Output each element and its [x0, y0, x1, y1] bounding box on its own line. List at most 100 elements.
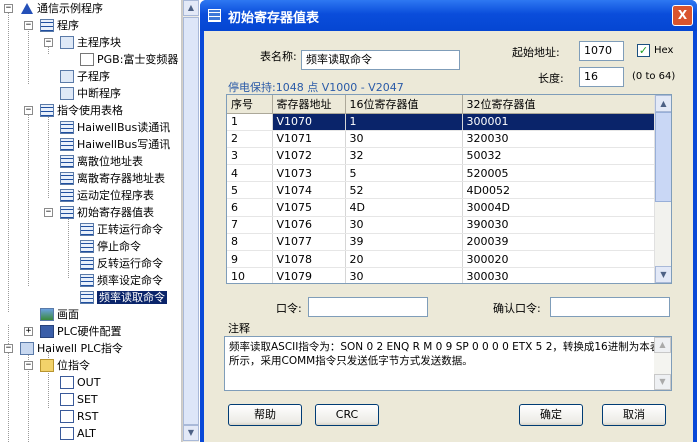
value-16bit[interactable]: 5 — [345, 164, 463, 183]
register-address[interactable]: V1070 — [272, 113, 346, 131]
table-row[interactable]: 4 V1073 5 520005 — [227, 164, 655, 183]
table-row[interactable]: 9 V1078 20 300020 — [227, 250, 655, 269]
row-index[interactable]: 10 — [227, 267, 273, 283]
tree-item-picture[interactable]: 画面 — [40, 306, 79, 323]
collapse-toggle[interactable]: − — [24, 21, 33, 30]
scroll-up-icon[interactable]: ▲ — [654, 337, 671, 353]
value-32bit[interactable]: 4D0052 — [462, 181, 655, 200]
hex-checkbox[interactable]: ✓ — [637, 44, 650, 57]
tree-scrollbar[interactable]: ▲ ▼ — [182, 0, 199, 442]
register-table[interactable]: 序号 寄存器地址 16位寄存器值 32位寄存器值 1 V1070 1 300001 2 V… — [226, 94, 672, 284]
note-scrollbar[interactable]: ▲ ▼ — [654, 337, 671, 390]
row-index[interactable]: 9 — [227, 250, 273, 269]
tree-item-bit-instructions[interactable]: 位指令 — [40, 357, 90, 374]
value-16bit[interactable]: 52 — [345, 181, 463, 200]
row-index[interactable]: 4 — [227, 164, 273, 183]
scroll-thumb[interactable] — [655, 112, 671, 202]
value-16bit[interactable]: 32 — [345, 147, 463, 166]
value-16bit[interactable]: 30 — [345, 267, 463, 283]
row-index[interactable]: 2 — [227, 130, 273, 148]
col-index[interactable]: 序号 — [227, 95, 273, 114]
register-address[interactable]: V1072 — [272, 147, 346, 166]
value-32bit[interactable]: 520005 — [462, 164, 655, 183]
collapse-toggle[interactable]: − — [44, 38, 53, 47]
tree-item-subprogram[interactable]: 子程序 — [60, 68, 110, 85]
table-row[interactable]: 2 V1071 30 320030 — [227, 130, 655, 148]
crc-button[interactable]: CRC — [315, 404, 379, 426]
tree-item-discrete-bit[interactable]: 离散位地址表 — [60, 153, 143, 170]
value-32bit[interactable]: 30004D — [462, 198, 655, 217]
ok-button[interactable]: 确定 — [519, 404, 583, 426]
help-button[interactable]: 帮助 — [228, 404, 302, 426]
row-index[interactable]: 1 — [227, 113, 273, 131]
password-input[interactable] — [308, 297, 428, 317]
value-32bit[interactable]: 390030 — [462, 216, 655, 234]
tree-root[interactable]: 通信示例程序 — [20, 0, 103, 17]
table-scrollbar[interactable]: ▲ ▼ — [654, 95, 671, 283]
value-32bit[interactable]: 300030 — [462, 267, 655, 283]
tree-item-init-register[interactable]: 初始寄存器值表 — [60, 204, 154, 221]
scroll-up-icon[interactable]: ▲ — [183, 0, 199, 16]
value-16bit[interactable]: 1 — [345, 113, 463, 131]
length-input[interactable]: 16 — [579, 67, 624, 87]
col-address[interactable]: 寄存器地址 — [272, 95, 346, 114]
table-row[interactable]: 10 V1079 30 300030 — [227, 267, 655, 283]
tree-item-freq-read-cmd[interactable]: 频率读取命令 — [80, 289, 167, 306]
tree-item-haiwellbus-write[interactable]: HaiwellBus写通讯 — [60, 136, 170, 153]
table-name-input[interactable]: 频率读取命令 — [301, 50, 460, 70]
tree-item-alt[interactable]: ALT — [60, 425, 96, 442]
row-index[interactable]: 5 — [227, 181, 273, 200]
confirm-password-input[interactable] — [550, 297, 670, 317]
project-tree[interactable]: − 通信示例程序 − 程序 − 主程序块 PGB:富士变频器 子程序 中断程序 … — [0, 0, 182, 442]
row-index[interactable]: 3 — [227, 147, 273, 166]
value-16bit[interactable]: 20 — [345, 250, 463, 269]
scroll-down-icon[interactable]: ▼ — [655, 266, 671, 283]
col-16bit[interactable]: 16位寄存器值 — [345, 95, 463, 114]
note-textarea[interactable]: 频率读取ASCII指令为：SON 0 2 ENQ R M 0 9 SP 0 0 … — [224, 336, 672, 391]
value-32bit[interactable]: 50032 — [462, 147, 655, 166]
register-address[interactable]: V1078 — [272, 250, 346, 269]
table-row[interactable]: 1 V1070 1 300001 — [227, 113, 655, 131]
collapse-toggle[interactable]: − — [44, 208, 53, 217]
value-32bit[interactable]: 300020 — [462, 250, 655, 269]
table-row[interactable]: 7 V1076 30 390030 — [227, 216, 655, 234]
collapse-toggle[interactable]: − — [24, 106, 33, 115]
register-address[interactable]: V1075 — [272, 198, 346, 217]
scroll-up-icon[interactable]: ▲ — [655, 95, 671, 112]
table-row[interactable]: 3 V1072 32 50032 — [227, 147, 655, 166]
col-32bit[interactable]: 32位寄存器值 — [462, 95, 655, 114]
tree-item-set[interactable]: SET — [60, 391, 98, 408]
tree-item-out[interactable]: OUT — [60, 374, 100, 391]
scroll-down-icon[interactable]: ▼ — [183, 425, 199, 441]
tree-item-main-block[interactable]: 主程序块 — [60, 34, 121, 51]
register-address[interactable]: V1076 — [272, 216, 346, 234]
tree-item-interrupt[interactable]: 中断程序 — [60, 85, 121, 102]
tree-item-plc-instructions[interactable]: Haiwell PLC指令 — [20, 340, 123, 357]
tree-item-program[interactable]: 程序 — [40, 17, 79, 34]
value-16bit[interactable]: 30 — [345, 216, 463, 234]
table-row[interactable]: 6 V1075 4D 30004D — [227, 198, 655, 217]
value-16bit[interactable]: 39 — [345, 233, 463, 252]
table-row[interactable]: 8 V1077 39 200039 — [227, 233, 655, 252]
tree-item-reverse-cmd[interactable]: 反转运行命令 — [80, 255, 163, 272]
collapse-toggle[interactable]: − — [4, 4, 13, 13]
register-address[interactable]: V1074 — [272, 181, 346, 200]
tree-item-discrete-register[interactable]: 离散寄存器地址表 — [60, 170, 165, 187]
tree-item-plc-hardware[interactable]: PLC硬件配置 — [40, 323, 121, 340]
row-index[interactable]: 7 — [227, 216, 273, 234]
tree-item-stop-cmd[interactable]: 停止命令 — [80, 238, 141, 255]
collapse-toggle[interactable]: − — [4, 344, 13, 353]
table-row[interactable]: 5 V1074 52 4D0052 — [227, 181, 655, 200]
tree-item-forward-cmd[interactable]: 正转运行命令 — [80, 221, 163, 238]
row-index[interactable]: 6 — [227, 198, 273, 217]
register-address[interactable]: V1071 — [272, 130, 346, 148]
tree-item-rst[interactable]: RST — [60, 408, 98, 425]
expand-toggle[interactable]: + — [24, 327, 33, 336]
tree-item-haiwellbus-read[interactable]: HaiwellBus读通讯 — [60, 119, 170, 136]
value-32bit[interactable]: 320030 — [462, 130, 655, 148]
register-address[interactable]: V1077 — [272, 233, 346, 252]
close-icon[interactable]: X — [672, 5, 693, 26]
collapse-toggle[interactable]: − — [24, 361, 33, 370]
tree-item-freq-set-cmd[interactable]: 频率设定命令 — [80, 272, 163, 289]
value-32bit[interactable]: 300001 — [462, 113, 655, 131]
